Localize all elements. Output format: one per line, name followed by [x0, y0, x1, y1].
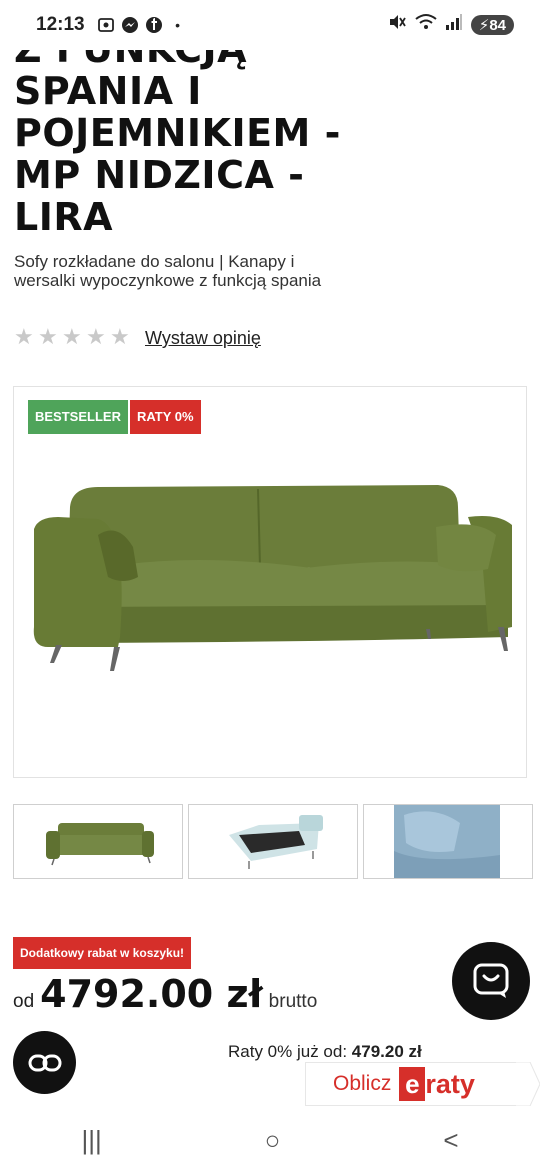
eraty-calculate-button[interactable]: Oblicz e raty [305, 1062, 540, 1106]
screenshot-icon [97, 16, 115, 34]
link-icon [28, 1054, 61, 1071]
rating-stars[interactable]: ★ ★ ★ ★ ★ [14, 326, 130, 348]
star-icon[interactable]: ★ [86, 326, 106, 348]
star-icon[interactable]: ★ [62, 326, 82, 348]
status-bar: 12:13 • ⚡84 [0, 0, 540, 50]
sofa-thumbnail-icon [46, 823, 154, 866]
price-value: 4792.00 zł [40, 972, 263, 1016]
thumbnail-2[interactable] [188, 804, 358, 879]
chat-icon [473, 963, 509, 998]
write-review-link[interactable]: Wystaw opinię [145, 328, 261, 349]
price-prefix: od [13, 991, 35, 1012]
eraty-raty: raty [425, 1068, 475, 1099]
sofa-detail-thumbnail-icon [394, 805, 500, 878]
eraty-arrow-icon [516, 1062, 540, 1106]
sofa-image [33, 485, 512, 671]
signal-icon [445, 13, 463, 37]
installment-info: Raty 0% już od: 479.20 zł [228, 1042, 422, 1062]
chat-button[interactable] [452, 942, 530, 1020]
battery-indicator: ⚡84 [470, 15, 514, 35]
product-title: Z FUNKCJĄ SPANIA I POJEMNIKIEM - MP NIDZ… [14, 28, 341, 239]
star-icon[interactable]: ★ [38, 326, 58, 348]
dot-icon: • [175, 17, 181, 33]
facebook-icon [145, 16, 163, 34]
installment-label: Raty 0% już od: [228, 1042, 348, 1061]
thumbnail-1[interactable] [13, 804, 183, 879]
system-nav-bar: ||| ○ < [0, 1110, 540, 1170]
price-suffix: brutto [268, 991, 318, 1012]
category-breadcrumb[interactable]: Sofy rozkładane do salonu | Kanapy i wer… [14, 252, 354, 290]
product-main-image[interactable]: BESTSELLER RATY 0% [13, 386, 527, 778]
thumbnail-strip[interactable] [13, 804, 540, 880]
star-icon[interactable]: ★ [110, 326, 130, 348]
messenger-icon [121, 16, 139, 34]
installment-value: 479.20 zł [351, 1042, 422, 1061]
eraty-e-icon: e [399, 1067, 426, 1101]
price-row: od 4792.00 zł brutto [13, 972, 317, 1016]
promo-badge: Dodatkowy rabat w koszyku! [13, 937, 192, 969]
thumbnail-3[interactable] [363, 804, 533, 879]
eraty-label: Oblicz [333, 1072, 392, 1095]
mute-icon [387, 13, 407, 37]
sofa-bed-thumbnail-icon [229, 815, 323, 869]
recent-apps-icon[interactable]: ||| [81, 1125, 101, 1156]
star-icon[interactable]: ★ [14, 326, 34, 348]
status-time: 12:13 [36, 14, 85, 35]
back-icon[interactable]: < [443, 1125, 458, 1156]
accessibility-button[interactable] [13, 1031, 76, 1094]
bestseller-badge: BESTSELLER [28, 400, 128, 434]
installment-badge: RATY 0% [130, 400, 201, 434]
wifi-icon [415, 13, 437, 37]
home-icon[interactable]: ○ [265, 1125, 281, 1156]
